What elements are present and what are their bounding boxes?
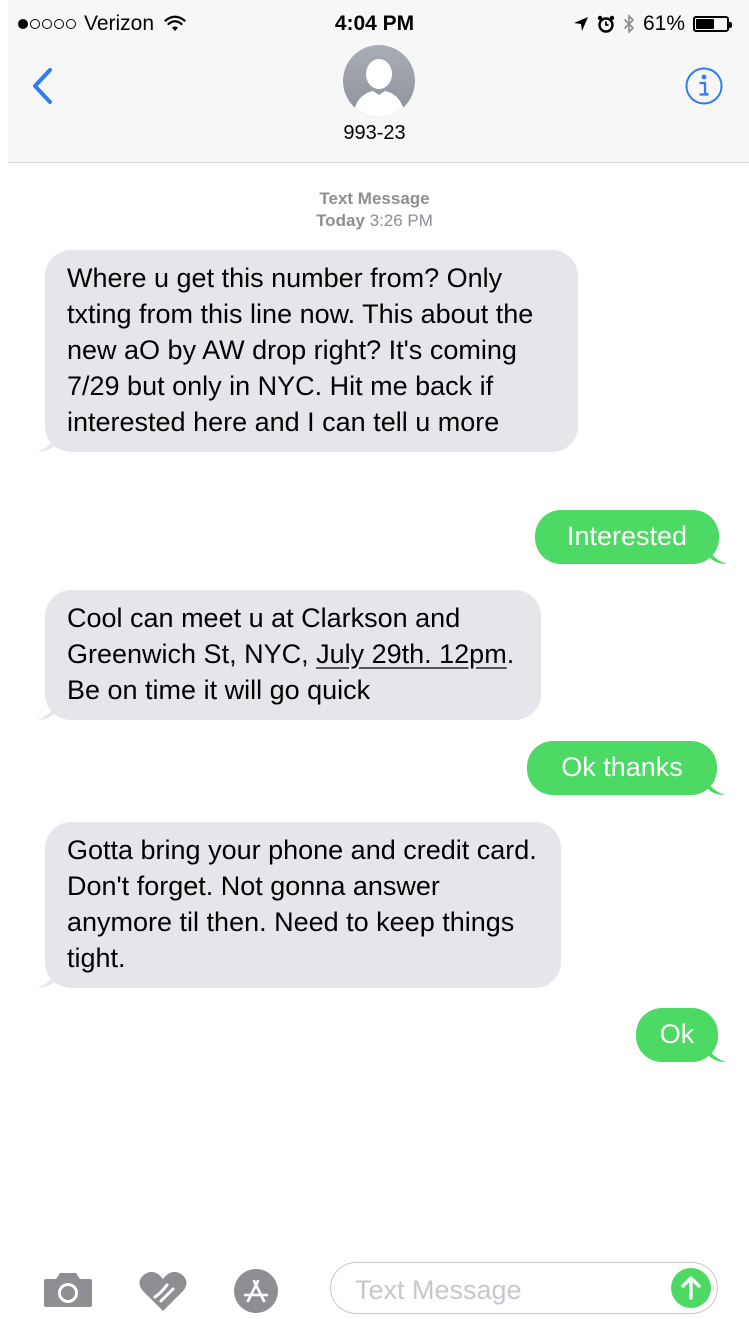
outgoing-message[interactable]: Ok (636, 1008, 726, 1062)
send-button[interactable] (671, 1268, 711, 1308)
input-placeholder: Text Message (355, 1275, 522, 1305)
camera-icon[interactable] (42, 1271, 94, 1309)
service-label: Text Message (319, 189, 430, 208)
thread-timestamp: Text Message Today 3:26 PM (0, 188, 749, 232)
incoming-message[interactable]: Cool can meet u at Clarkson and Greenwic… (37, 590, 541, 720)
battery-percent: 61% (642, 12, 685, 35)
message-input[interactable]: Text Message (330, 1262, 718, 1314)
incoming-message[interactable]: Gotta bring your phone and credit card. … (37, 822, 561, 988)
message-text: Interested (566, 521, 688, 551)
message-text: Gotta bring your phone and credit card. … (67, 835, 537, 973)
outgoing-message[interactable]: Ok thanks (527, 741, 725, 795)
send-arrow-icon (681, 1276, 701, 1300)
incoming-message[interactable]: Where u get this number from? Only txtin… (37, 250, 578, 452)
chevron-left-icon[interactable] (28, 66, 58, 106)
message-text: Where u get this number from? Only txtin… (67, 263, 534, 437)
avatar[interactable] (343, 45, 415, 117)
person-icon (353, 59, 405, 117)
digital-touch-icon[interactable] (137, 1271, 189, 1313)
message-text: Ok (659, 1019, 695, 1049)
location-icon (573, 17, 588, 31)
bubble-tail (37, 430, 57, 452)
contact-name[interactable]: 993-23 (0, 122, 749, 145)
bubble-tail (706, 1040, 726, 1062)
bluetooth-icon (623, 14, 635, 34)
status-bar: Verizon 4:04 PM 61% (0, 0, 749, 50)
app-store-icon[interactable] (233, 1268, 279, 1314)
message-text: Ok thanks (561, 752, 683, 782)
bubble-tail (707, 542, 727, 564)
date-link[interactable]: July 29th. 12pm (316, 639, 507, 669)
alarm-icon (597, 15, 615, 33)
bubble-tail (37, 698, 57, 720)
bubble-tail (705, 773, 725, 795)
status-right: 61% (573, 12, 732, 36)
time-label: 3:26 PM (369, 211, 433, 230)
battery-icon (693, 16, 732, 32)
day-label: Today (316, 211, 365, 230)
outgoing-message[interactable]: Interested (535, 510, 727, 564)
bubble-tail (37, 966, 57, 988)
info-icon[interactable] (684, 66, 724, 106)
